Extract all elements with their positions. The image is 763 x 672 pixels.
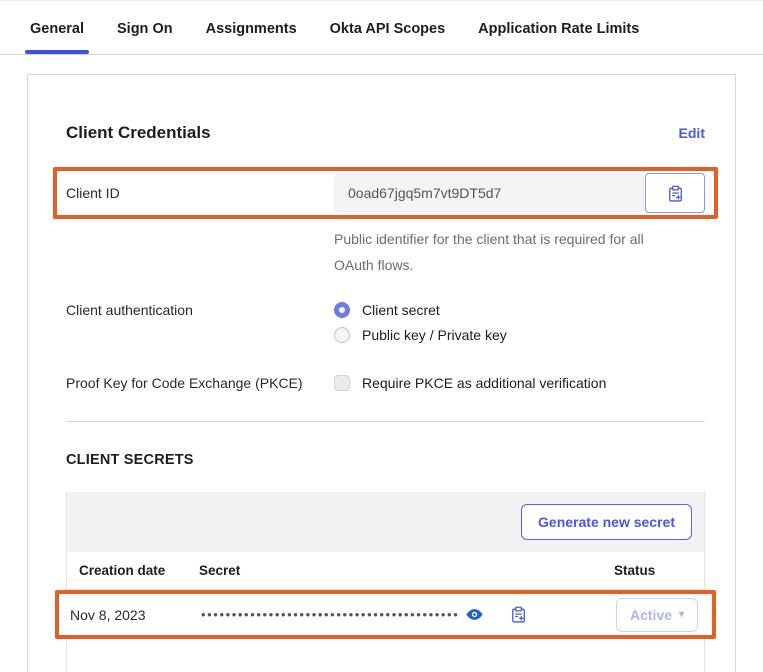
tab-general[interactable]: General <box>30 21 84 54</box>
section-title-client-secrets: CLIENT SECRETS <box>66 452 705 468</box>
pkce-row: Proof Key for Code Exchange (PKCE) Requi… <box>66 375 705 391</box>
table-header-row: Creation date Secret Status <box>67 552 704 590</box>
secrets-toolbar: Generate new secret <box>67 492 704 552</box>
tab-sign-on[interactable]: Sign On <box>117 21 173 54</box>
client-id-help-text: Public identifier for the client that is… <box>334 226 674 278</box>
client-id-row: Client ID 0oad67jgq5m7vt9DT5d7 <box>66 173 705 213</box>
checkbox-unchecked-icon[interactable] <box>334 375 350 391</box>
status-label: Active <box>630 607 672 623</box>
reveal-secret-button[interactable] <box>465 605 484 624</box>
card-header: Client Credentials Edit <box>66 123 705 143</box>
radio-option-client-secret[interactable]: Client secret <box>334 302 507 318</box>
tab-application-rate-limits[interactable]: Application Rate Limits <box>478 21 639 54</box>
client-credentials-card: Client Credentials Edit Client ID 0oad67… <box>27 74 736 672</box>
copy-secret-button[interactable] <box>510 606 527 623</box>
client-secrets-table: Generate new secret Creation date Secret… <box>66 492 705 672</box>
secret-masked-cell: ••••••••••••••••••••••••••••••••••••••••… <box>201 605 616 624</box>
eye-icon <box>465 605 484 624</box>
app-tabbar: General Sign On Assignments Okta API Sco… <box>0 0 763 55</box>
radio-selected-icon[interactable] <box>334 302 350 318</box>
client-authentication-label: Client authentication <box>66 302 334 343</box>
clipboard-copy-icon <box>667 185 684 202</box>
clipboard-copy-icon <box>510 606 527 623</box>
radio-option-public-private-key[interactable]: Public key / Private key <box>334 327 507 343</box>
tab-assignments[interactable]: Assignments <box>206 21 297 54</box>
client-id-label: Client ID <box>66 185 334 201</box>
radio-option-label: Public key / Private key <box>362 327 507 343</box>
generate-new-secret-button[interactable]: Generate new secret <box>521 504 692 540</box>
table-row: Nov 8, 2023 ••••••••••••••••••••••••••••… <box>59 594 712 635</box>
status-dropdown-button[interactable]: Active ▾ <box>616 598 698 632</box>
section-divider <box>66 421 705 422</box>
client-id-annotation-box: Client ID 0oad67jgq5m7vt9DT5d7 <box>53 167 718 219</box>
secret-creation-date: Nov 8, 2023 <box>70 607 201 623</box>
pkce-option[interactable]: Require PKCE as additional verification <box>334 375 606 391</box>
column-header-status: Status <box>614 563 704 578</box>
client-authentication-options: Client secret Public key / Private key <box>334 302 507 343</box>
edit-link[interactable]: Edit <box>679 125 705 141</box>
masked-secret-value: ••••••••••••••••••••••••••••••••••••••••… <box>201 607 459 622</box>
column-header-creation-date: Creation date <box>67 563 199 578</box>
pkce-option-label: Require PKCE as additional verification <box>362 375 606 391</box>
section-title-client-credentials: Client Credentials <box>66 123 211 143</box>
radio-option-label: Client secret <box>362 302 440 318</box>
pkce-label: Proof Key for Code Exchange (PKCE) <box>66 375 334 391</box>
table-empty-space <box>67 639 704 672</box>
tab-okta-api-scopes[interactable]: Okta API Scopes <box>330 21 446 54</box>
chevron-down-icon: ▾ <box>679 609 684 620</box>
secret-status-cell: Active ▾ <box>616 598 712 632</box>
client-id-field[interactable]: 0oad67jgq5m7vt9DT5d7 <box>334 174 644 212</box>
column-header-secret: Secret <box>199 563 614 578</box>
radio-unselected-icon[interactable] <box>334 327 350 343</box>
client-authentication-row: Client authentication Client secret Publ… <box>66 302 705 343</box>
secret-row-annotation-box: Nov 8, 2023 ••••••••••••••••••••••••••••… <box>55 590 716 639</box>
copy-client-id-button[interactable] <box>645 173 705 213</box>
